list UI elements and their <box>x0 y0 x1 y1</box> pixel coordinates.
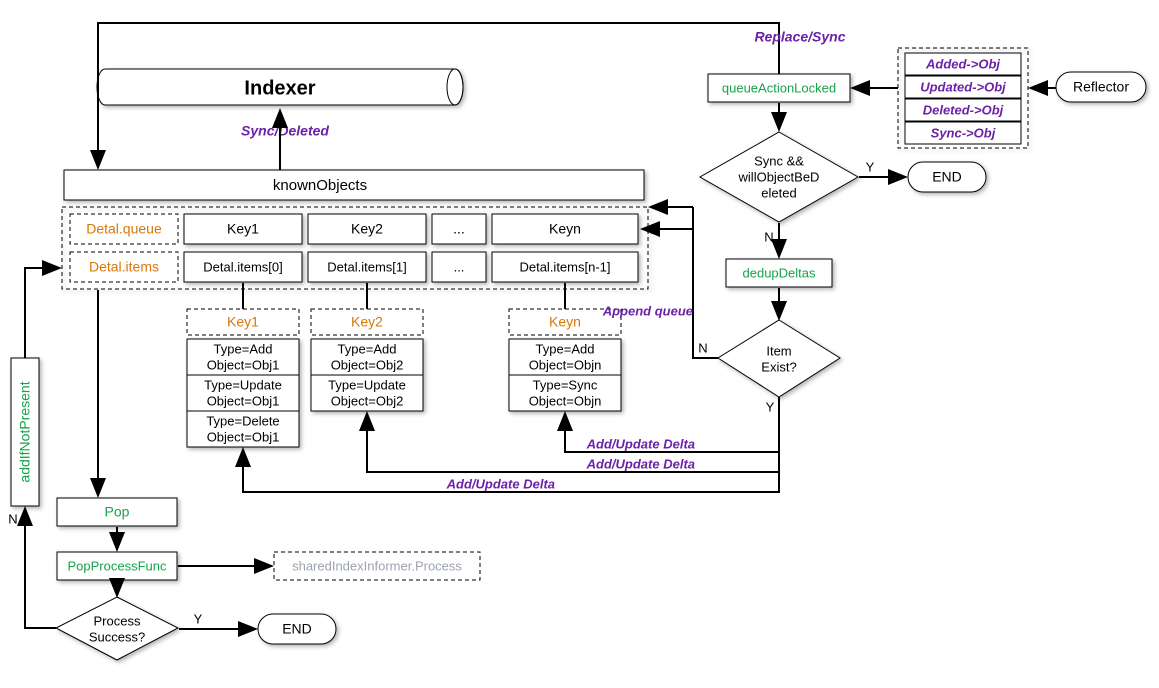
svg-text:Sync &&: Sync && <box>754 153 804 168</box>
queue-action-locked-label: queueActionLocked <box>722 80 836 95</box>
append-queue-label: Append queue <box>602 303 693 318</box>
arrow-append-queue <box>644 229 718 358</box>
svg-text:Y: Y <box>766 399 775 414</box>
add-if-not-present-label: addIfNotPresent <box>17 381 33 482</box>
svg-text:Type=Delete: Type=Delete <box>206 413 279 428</box>
svg-text:Type=Sync: Type=Sync <box>533 377 598 392</box>
svg-text:Exist?: Exist? <box>761 359 796 374</box>
svg-text:Detal.items[n-1]: Detal.items[n-1] <box>519 259 610 274</box>
arrow-process-fail-to-addif <box>25 510 56 628</box>
svg-text:Type=Add: Type=Add <box>338 341 397 356</box>
keybox-n: Keyn Type=Add Object=Objn Type=Sync Obje… <box>509 309 621 411</box>
svg-text:Success?: Success? <box>89 629 145 644</box>
end-right-label: END <box>932 169 962 185</box>
keybox-1: Key1 Type=Add Object=Obj1 Type=Update Ob… <box>187 309 299 447</box>
svg-text:N: N <box>698 340 707 355</box>
svg-text:Sync->Obj: Sync->Obj <box>931 125 996 140</box>
svg-text:Object=Obj2: Object=Obj2 <box>331 357 404 372</box>
svg-text:...: ... <box>453 221 465 237</box>
keybox-2: Key2 Type=Add Object=Obj2 Type=Update Ob… <box>311 309 423 411</box>
svg-text:Key1: Key1 <box>227 221 259 237</box>
svg-text:Object=Objn: Object=Objn <box>529 357 602 372</box>
svg-text:Key1: Key1 <box>227 314 259 330</box>
shared-informer-label: sharedIndexInformer.Process <box>292 558 462 573</box>
svg-text:Type=Update: Type=Update <box>204 377 282 392</box>
svg-text:Deleted->Obj: Deleted->Obj <box>923 102 1004 117</box>
svg-text:Type=Add: Type=Add <box>536 341 595 356</box>
indexer-label: Indexer <box>244 77 315 99</box>
detal-queue-label: Detal.queue <box>86 221 162 237</box>
svg-text:Add/Update Delta: Add/Update Delta <box>586 456 695 471</box>
svg-text:...: ... <box>454 259 465 274</box>
diagram-canvas: Indexer Sync/Deleted knownObjects Detal.… <box>0 0 1159 688</box>
detal-items-cells: Detal.items[0] Detal.items[1] ... Detal.… <box>184 252 638 282</box>
svg-text:Detal.items[0]: Detal.items[0] <box>203 259 282 274</box>
pop-process-func-label: PopProcessFunc <box>68 558 167 573</box>
svg-text:Object=Obj2: Object=Obj2 <box>331 393 404 408</box>
svg-text:Detal.items[1]: Detal.items[1] <box>327 259 406 274</box>
svg-text:N: N <box>8 511 17 526</box>
svg-text:Y: Y <box>194 611 203 626</box>
svg-text:Object=Obj1: Object=Obj1 <box>207 429 280 444</box>
events-list: Added->Obj Updated->Obj Deleted->Obj Syn… <box>905 53 1021 144</box>
reflector-label: Reflector <box>1073 79 1129 95</box>
svg-text:Updated->Obj: Updated->Obj <box>920 79 1006 94</box>
known-objects-label: knownObjects <box>273 177 367 194</box>
pop-label: Pop <box>105 504 130 520</box>
svg-text:Key2: Key2 <box>351 221 383 237</box>
svg-text:Key2: Key2 <box>351 314 383 330</box>
end-left-label: END <box>282 621 312 637</box>
svg-text:willObjectBeD: willObjectBeD <box>738 169 820 184</box>
detal-items-label: Detal.items <box>89 259 159 275</box>
detal-queue-cells: Key1 Key2 ... Keyn <box>184 214 638 244</box>
svg-text:Keyn: Keyn <box>549 221 581 237</box>
svg-text:Object=Objn: Object=Objn <box>529 393 602 408</box>
svg-text:Type=Update: Type=Update <box>328 377 406 392</box>
svg-text:eleted: eleted <box>761 185 796 200</box>
svg-text:N: N <box>764 229 773 244</box>
svg-text:Added->Obj: Added->Obj <box>925 56 1000 71</box>
svg-text:Object=Obj1: Object=Obj1 <box>207 393 280 408</box>
svg-text:Add/Update Delta: Add/Update Delta <box>446 476 555 491</box>
svg-text:Type=Add: Type=Add <box>214 341 273 356</box>
svg-text:Y: Y <box>866 159 875 174</box>
svg-text:Add/Update Delta: Add/Update Delta <box>586 436 695 451</box>
svg-text:Process: Process <box>94 613 141 628</box>
replace-sync-label: Replace/Sync <box>754 29 845 45</box>
svg-text:Keyn: Keyn <box>549 314 581 330</box>
arrow-addifnotpresent-to-detal <box>25 268 58 358</box>
svg-text:Object=Obj1: Object=Obj1 <box>207 357 280 372</box>
svg-text:Item: Item <box>766 343 791 358</box>
dedup-deltas-label: dedupDeltas <box>743 265 816 280</box>
sync-deleted-label: Sync/Deleted <box>241 123 329 139</box>
